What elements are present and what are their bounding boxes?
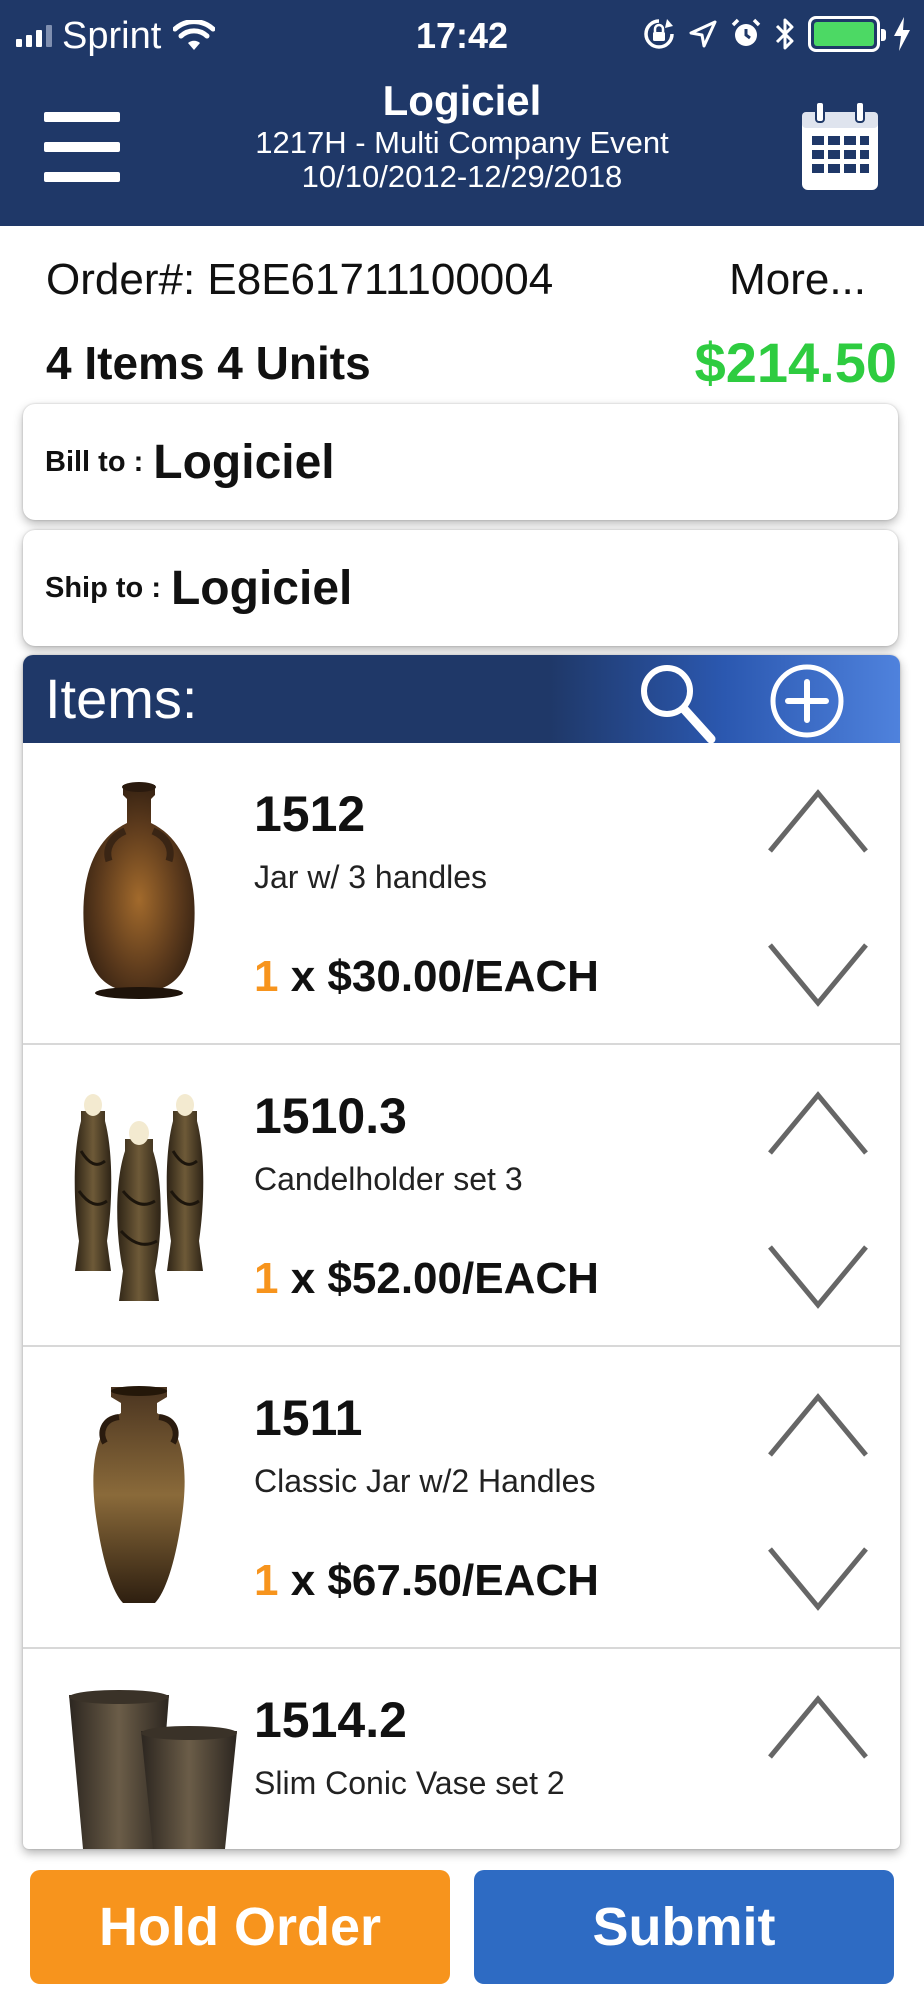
item-price: x $30.00/EACH xyxy=(290,952,599,1001)
items-title: Items: xyxy=(45,667,198,730)
candleholder-set-image xyxy=(74,1094,204,1301)
item-quantity-price: 1 x $67.50/EACH xyxy=(254,1555,599,1607)
item-quantity[interactable]: 1 xyxy=(254,952,278,1001)
search-icon[interactable] xyxy=(635,657,717,745)
bill-to-label: Bill to : xyxy=(45,445,144,478)
item-code: 1512 xyxy=(254,786,366,842)
item-code: 1510.3 xyxy=(254,1088,407,1144)
item-quantity-price: 1 x $30.00/EACH xyxy=(254,951,599,1003)
alarm-icon xyxy=(731,18,761,46)
submit-button[interactable]: Submit xyxy=(474,1870,894,1984)
charging-icon xyxy=(894,17,910,51)
ship-to-card[interactable]: Ship to : Logiciel xyxy=(23,530,898,646)
chevron-up-icon[interactable] xyxy=(765,785,871,857)
location-icon xyxy=(689,20,717,48)
conic-vase-set-image xyxy=(69,1690,237,1849)
add-circle-icon[interactable] xyxy=(768,662,846,740)
order-total: $214.50 xyxy=(694,331,897,394)
items-panel: Items: 1512 Jar w/ 3 handles 1 x $30.00/… xyxy=(23,655,900,1849)
classic-jar-image xyxy=(93,1386,185,1603)
chevron-down-icon[interactable] xyxy=(765,939,871,1011)
item-quantity-price: 1 x $52.00/EACH xyxy=(254,1253,599,1305)
items-header: Items: xyxy=(23,655,900,745)
item-code: 1514.2 xyxy=(254,1692,407,1748)
item-row[interactable]: 1514.2 Slim Conic Vase set 2 xyxy=(23,1649,900,1849)
order-number: Order#: E8E61711100004 xyxy=(46,255,554,304)
app-title: Logiciel xyxy=(382,77,542,124)
chevron-up-icon[interactable] xyxy=(765,1691,871,1763)
item-code: 1511 xyxy=(254,1390,363,1446)
jar-three-handles-image xyxy=(83,782,195,999)
chevron-up-icon[interactable] xyxy=(765,1087,871,1159)
item-price: x $67.50/EACH xyxy=(290,1556,599,1605)
item-description: Classic Jar w/2 Handles xyxy=(254,1463,596,1499)
calendar-icon[interactable] xyxy=(800,100,880,192)
bill-to-value: Logiciel xyxy=(153,435,335,489)
lock-rotation-icon xyxy=(644,19,674,49)
item-price: x $52.00/EACH xyxy=(290,1254,599,1303)
hold-order-button[interactable]: Hold Order xyxy=(30,1870,450,1984)
battery-icon xyxy=(808,16,886,52)
item-row[interactable]: 1510.3 Candelholder set 3 1 x $52.00/EAC… xyxy=(23,1045,900,1347)
item-quantity[interactable]: 1 xyxy=(254,1254,278,1303)
item-quantity[interactable]: 1 xyxy=(254,1556,278,1605)
chevron-down-icon[interactable] xyxy=(765,1241,871,1313)
item-description: Jar w/ 3 handles xyxy=(254,859,488,895)
item-description: Slim Conic Vase set 2 xyxy=(254,1765,565,1801)
item-description: Candelholder set 3 xyxy=(254,1161,523,1197)
ship-to-label: Ship to : xyxy=(45,571,161,604)
status-bar: Sprint 17:42 xyxy=(0,0,924,72)
item-unit-count: 4 Items 4 Units xyxy=(46,337,371,389)
header-titles: Logiciel 1217H - Multi Company Event 10/… xyxy=(180,76,744,194)
bill-to-card[interactable]: Bill to : Logiciel xyxy=(23,404,898,520)
event-dates: 10/10/2012-12/29/2018 xyxy=(301,159,623,194)
bluetooth-icon xyxy=(775,18,794,50)
chevron-up-icon[interactable] xyxy=(765,1389,871,1461)
chevron-down-icon[interactable] xyxy=(765,1543,871,1615)
event-name: 1217H - Multi Company Event xyxy=(255,125,669,160)
menu-icon[interactable] xyxy=(44,112,120,182)
more-link[interactable]: More... xyxy=(729,254,866,306)
item-row[interactable]: 1511 Classic Jar w/2 Handles 1 x $67.50/… xyxy=(23,1347,900,1649)
app-header: Sprint 17:42 Logiciel 1217H - Multi Comp… xyxy=(0,0,924,226)
ship-to-value: Logiciel xyxy=(170,561,353,615)
item-row[interactable]: 1512 Jar w/ 3 handles 1 x $30.00/EACH xyxy=(23,743,900,1045)
